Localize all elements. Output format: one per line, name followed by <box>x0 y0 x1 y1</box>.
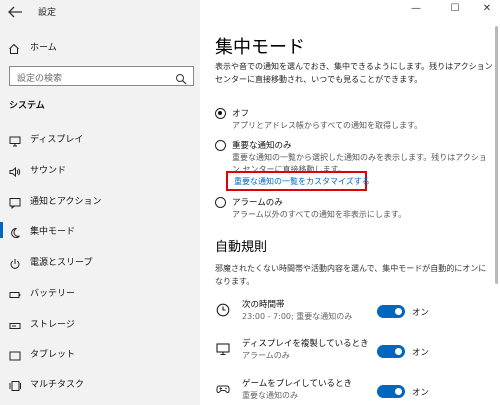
moon-icon <box>9 224 21 238</box>
tablet-icon <box>9 347 21 361</box>
page-description: 表示や音での通知を選んでおき、集中できるようにします。残りはアクション センター… <box>215 62 493 84</box>
option-label: アラームのみ <box>232 198 283 208</box>
clock-icon <box>216 302 230 317</box>
battery-icon <box>9 286 21 298</box>
sidebar-item-label: サウンド <box>30 166 67 176</box>
monitor-icon <box>216 341 230 356</box>
page-title: 集中モード <box>215 37 305 58</box>
sidebar-item-notifications[interactable]: 通知とアクション <box>0 189 200 211</box>
sidebar: 設定 ホーム 設定の検索 システム ディスプレイ サウンド 通知とアクション 集… <box>0 0 200 405</box>
sidebar-item-label: 電源とスリープ <box>30 258 93 268</box>
option-label: オフ <box>232 109 250 119</box>
sidebar-item-label: マルチタスク <box>30 380 85 390</box>
sidebar-item-storage[interactable]: ストレージ <box>0 312 200 334</box>
option-description: アラーム以外のすべての通知を非表示にします。 <box>232 210 407 219</box>
window-title: 設定 <box>38 8 57 18</box>
home-label: ホーム <box>30 43 57 53</box>
scrollbar[interactable] <box>495 26 498 284</box>
rule-toggle[interactable] <box>377 385 405 398</box>
auto-rules-description: 邪魔されたくない時間帯や活動内容を選んで、集中モードが自動的にオンになります。 <box>215 264 487 286</box>
sidebar-item-battery[interactable]: バッテリー <box>0 281 200 303</box>
sidebar-item-label: 通知とアクション <box>30 197 102 207</box>
gamepad-icon <box>216 381 230 395</box>
notification-icon <box>9 194 21 210</box>
option-label: 重要な通知のみ <box>232 141 292 151</box>
sidebar-item-power-sleep[interactable]: 電源とスリープ <box>0 250 200 272</box>
rule-toggle[interactable] <box>377 305 405 318</box>
toggle-label: オン <box>412 348 430 358</box>
rule-subtitle: アラームのみ <box>242 351 290 360</box>
settings-search-input[interactable]: 設定の検索 <box>9 66 194 86</box>
sidebar-item-label: ディスプレイ <box>30 135 84 145</box>
close-button[interactable]: ✕ <box>480 3 494 15</box>
auto-rules-title: 自動規則 <box>215 240 268 255</box>
sidebar-item-multitasking[interactable]: マルチタスク <box>0 372 200 394</box>
minimize-button[interactable]: — <box>409 3 423 15</box>
radio-alarms-only[interactable] <box>215 197 226 208</box>
multitask-icon <box>9 377 21 391</box>
power-icon <box>9 255 21 269</box>
rule-title[interactable]: ディスプレイを複製しているとき <box>242 337 369 349</box>
option-description: 重要な通知の一覧から選択した通知のみを表示します。残りはアクション センターに直… <box>232 153 487 172</box>
speaker-icon <box>9 163 21 178</box>
sidebar-item-label: ストレージ <box>30 320 75 330</box>
sidebar-home[interactable]: ホーム <box>0 37 200 57</box>
sidebar-item-tablet[interactable]: タブレット <box>0 342 200 364</box>
monitor-icon <box>9 132 21 147</box>
sidebar-item-sound[interactable]: サウンド <box>0 158 200 180</box>
radio-priority-only[interactable] <box>215 140 226 151</box>
rule-title[interactable]: ゲームをプレイしているとき <box>242 377 352 389</box>
active-indicator <box>0 222 3 238</box>
rule-toggle[interactable] <box>377 345 405 358</box>
back-arrow-icon[interactable] <box>6 4 24 20</box>
rule-subtitle: 重要な通知のみ <box>242 391 298 400</box>
search-icon[interactable] <box>175 70 187 85</box>
maximize-button[interactable]: ☐ <box>448 3 462 15</box>
sidebar-item-focus-assist[interactable]: 集中モード <box>0 219 200 241</box>
toggle-label: オン <box>412 388 430 398</box>
toggle-label: オン <box>412 308 430 318</box>
sidebar-item-label: 集中モード <box>30 227 76 237</box>
search-placeholder: 設定の検索 <box>17 74 63 84</box>
rule-subtitle: 23:00 - 7:00; 重要な通知のみ <box>242 312 353 321</box>
home-icon <box>8 40 20 54</box>
main-content: — ☐ ✕ 集中モード 表示や音での通知を選んでおき、集中できるようにします。残… <box>200 0 500 405</box>
sidebar-item-label: タブレット <box>30 350 76 360</box>
rule-title[interactable]: 次の時間帯 <box>242 298 285 310</box>
radio-off[interactable] <box>215 108 226 119</box>
option-description: アプリとアドレス帳からすべての通知を取得します。 <box>232 121 423 130</box>
customize-priority-link[interactable]: 重要な通知の一覧をカスタマイズする <box>234 176 370 187</box>
sidebar-item-display[interactable]: ディスプレイ <box>0 127 200 149</box>
sidebar-item-label: バッテリー <box>30 289 76 299</box>
section-title: システム <box>9 101 45 111</box>
storage-icon <box>9 317 21 329</box>
title-bar: 設定 <box>0 0 200 24</box>
